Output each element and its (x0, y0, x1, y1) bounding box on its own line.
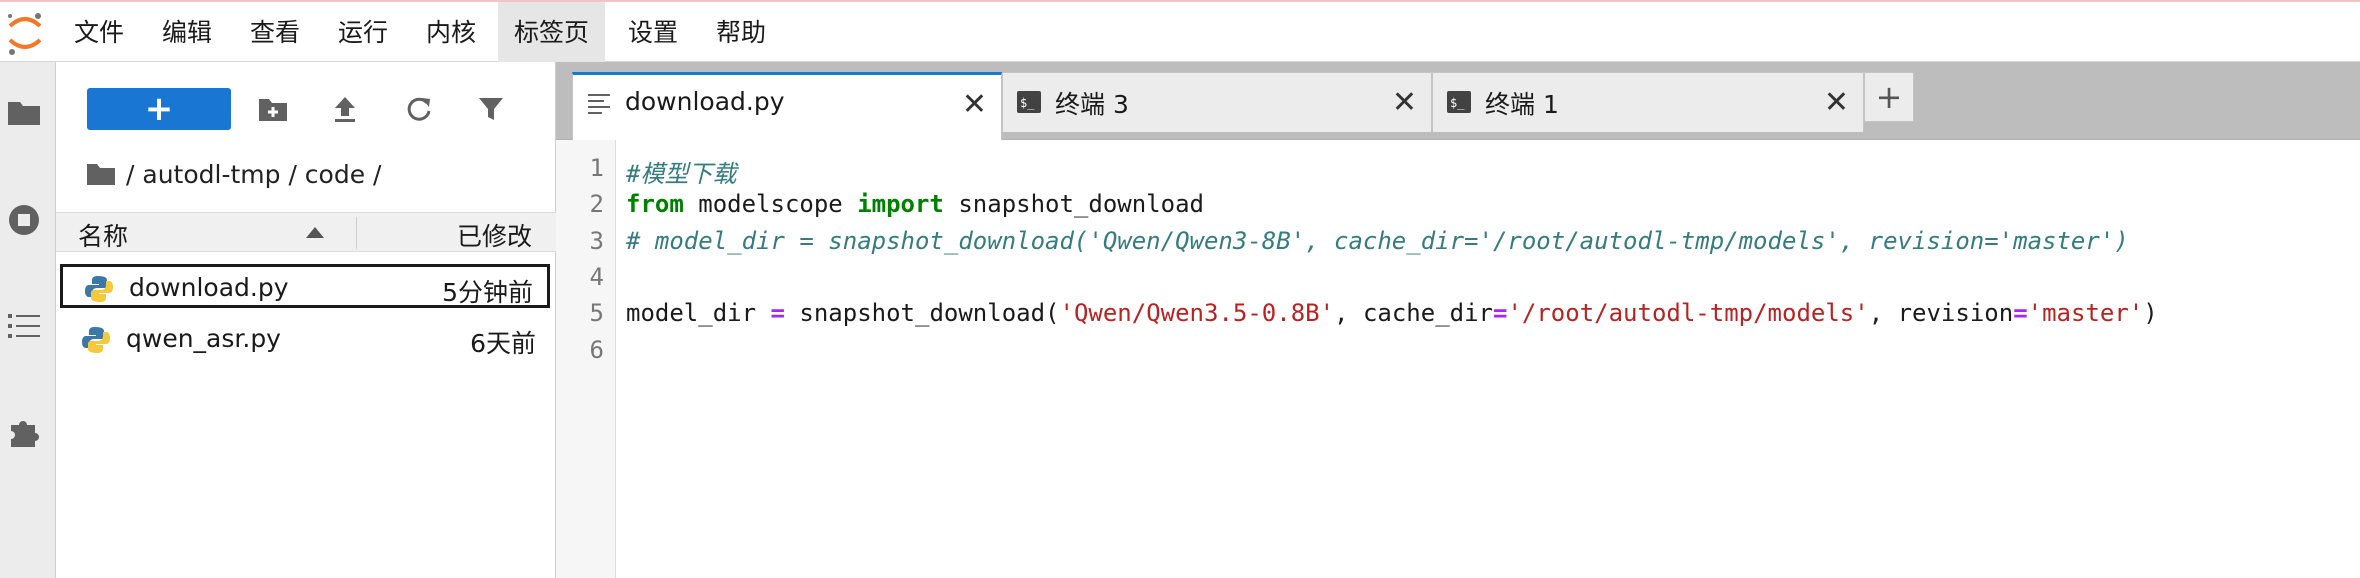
menu-tabs[interactable]: 标签页 (498, 2, 606, 62)
menu-settings[interactable]: 设置 (612, 2, 694, 62)
menu-view[interactable]: 查看 (234, 2, 316, 62)
column-header-modified[interactable]: 已修改 (457, 217, 532, 253)
code-token: from (626, 190, 684, 219)
tab-label: 终端 1 (1485, 90, 1559, 119)
svg-text:$_: $_ (1450, 96, 1465, 110)
new-launcher-button[interactable]: + (87, 88, 231, 130)
upload-icon[interactable] (328, 92, 362, 126)
line-number: 1 (589, 154, 604, 182)
code-token: snapshot_download( (784, 299, 1060, 328)
code-line[interactable]: model_dir = snapshot_download('Qwen/Qwen… (626, 299, 2158, 327)
tab-bar: download.py ✕ $_ 终端 3 ✕ $_ 终端 1 ✕ + (556, 62, 2360, 140)
code-token: , cache_dir (1334, 299, 1493, 328)
tab-label: download.py (625, 87, 785, 116)
code-token: = (2013, 299, 2028, 328)
close-icon[interactable]: ✕ (962, 87, 987, 122)
folder-icon[interactable] (86, 162, 116, 186)
svg-text:$_: $_ (1020, 96, 1035, 110)
folder-icon[interactable] (4, 92, 44, 132)
code-token: '/root/autodl-tmp/models' (1507, 299, 1869, 328)
code-token: model_dir (626, 299, 771, 328)
table-of-contents-icon[interactable] (4, 306, 44, 346)
code-token: ) (2143, 299, 2158, 328)
running-sessions-icon[interactable] (4, 200, 44, 240)
close-icon[interactable]: ✕ (1392, 85, 1417, 120)
python-icon (82, 327, 110, 353)
tab-download-py[interactable]: download.py ✕ (572, 72, 1002, 140)
file-row-qwen-asr-py[interactable]: qwen_asr.py 6天前 (60, 318, 550, 362)
filter-icon[interactable] (474, 92, 508, 126)
line-number: 3 (589, 226, 604, 255)
terminal-icon: $_ (1447, 91, 1471, 113)
file-name: qwen_asr.py (126, 324, 281, 353)
line-number: 4 (589, 262, 604, 291)
file-browser-panel: + / autodl-tmp / code / 名称 已修改 download.… (56, 62, 556, 578)
code-editor[interactable]: 1 2 3 4 5 6 #模型下载 from modelscope import snaps… (556, 140, 2360, 578)
new-launcher-button-label: + (144, 89, 174, 129)
breadcrumb: / autodl-tmp / code / (86, 154, 381, 194)
jupyter-logo-icon[interactable] (2, 8, 48, 58)
tab-terminal-1[interactable]: $_ 终端 1 ✕ (1432, 72, 1864, 132)
line-number: 2 (589, 190, 604, 219)
sort-ascending-icon (306, 227, 324, 238)
line-number-gutter: 1 2 3 4 5 6 (556, 140, 616, 578)
code-token: 'Qwen/Qwen3.5-0.8B' (1059, 299, 1335, 328)
tab-terminal-3[interactable]: $_ 终端 3 ✕ (1002, 72, 1432, 132)
line-number: 6 (589, 335, 604, 364)
line-number: 5 (589, 299, 604, 328)
plus-icon: + (1875, 78, 1903, 116)
code-token: snapshot_download (943, 190, 1204, 219)
code-token: import (857, 190, 944, 219)
menu-edit[interactable]: 编辑 (146, 2, 228, 62)
menu-help[interactable]: 帮助 (700, 2, 782, 62)
refresh-icon[interactable] (402, 92, 436, 126)
code-token: # model_dir = snapshot_download('Qwen/Qw… (626, 226, 2129, 255)
code-token: , revision (1868, 299, 2014, 328)
terminal-icon: $_ (1017, 91, 1041, 113)
add-tab-button[interactable]: + (1864, 72, 1914, 122)
breadcrumb-path[interactable]: / autodl-tmp / code / (126, 160, 381, 189)
code-token: #模型下载 (626, 160, 737, 188)
file-row-download-py[interactable]: download.py 5分钟前 (60, 264, 550, 308)
python-icon (85, 276, 113, 302)
activity-bar (0, 62, 56, 578)
tab-label: 终端 3 (1055, 90, 1129, 119)
close-icon[interactable]: ✕ (1824, 85, 1849, 120)
file-modified: 6天前 (470, 329, 536, 358)
file-list-header: 名称 已修改 (56, 212, 556, 252)
menu-kernel[interactable]: 内核 (410, 2, 492, 62)
file-name: download.py (129, 273, 289, 302)
file-modified: 5分钟前 (442, 278, 533, 307)
code-line[interactable]: #模型下载 (626, 154, 736, 189)
code-token: = (770, 299, 785, 328)
menu-file[interactable]: 文件 (58, 2, 140, 62)
extensions-icon[interactable] (4, 412, 44, 452)
text-file-icon (588, 94, 610, 114)
code-line[interactable]: # model_dir = snapshot_download('Qwen/Qw… (626, 227, 2129, 255)
code-token: modelscope (683, 190, 858, 219)
menu-run[interactable]: 运行 (322, 2, 404, 62)
column-divider[interactable] (356, 217, 357, 249)
new-folder-icon[interactable] (256, 92, 290, 126)
code-token: 'master' (2027, 299, 2144, 328)
menu-bar: 文件 编辑 查看 运行 内核 标签页 设置 帮助 (0, 0, 2360, 62)
column-header-name[interactable]: 名称 (78, 217, 128, 253)
code-token: = (1493, 299, 1508, 328)
code-line[interactable]: from modelscope import snapshot_download (626, 190, 1204, 218)
